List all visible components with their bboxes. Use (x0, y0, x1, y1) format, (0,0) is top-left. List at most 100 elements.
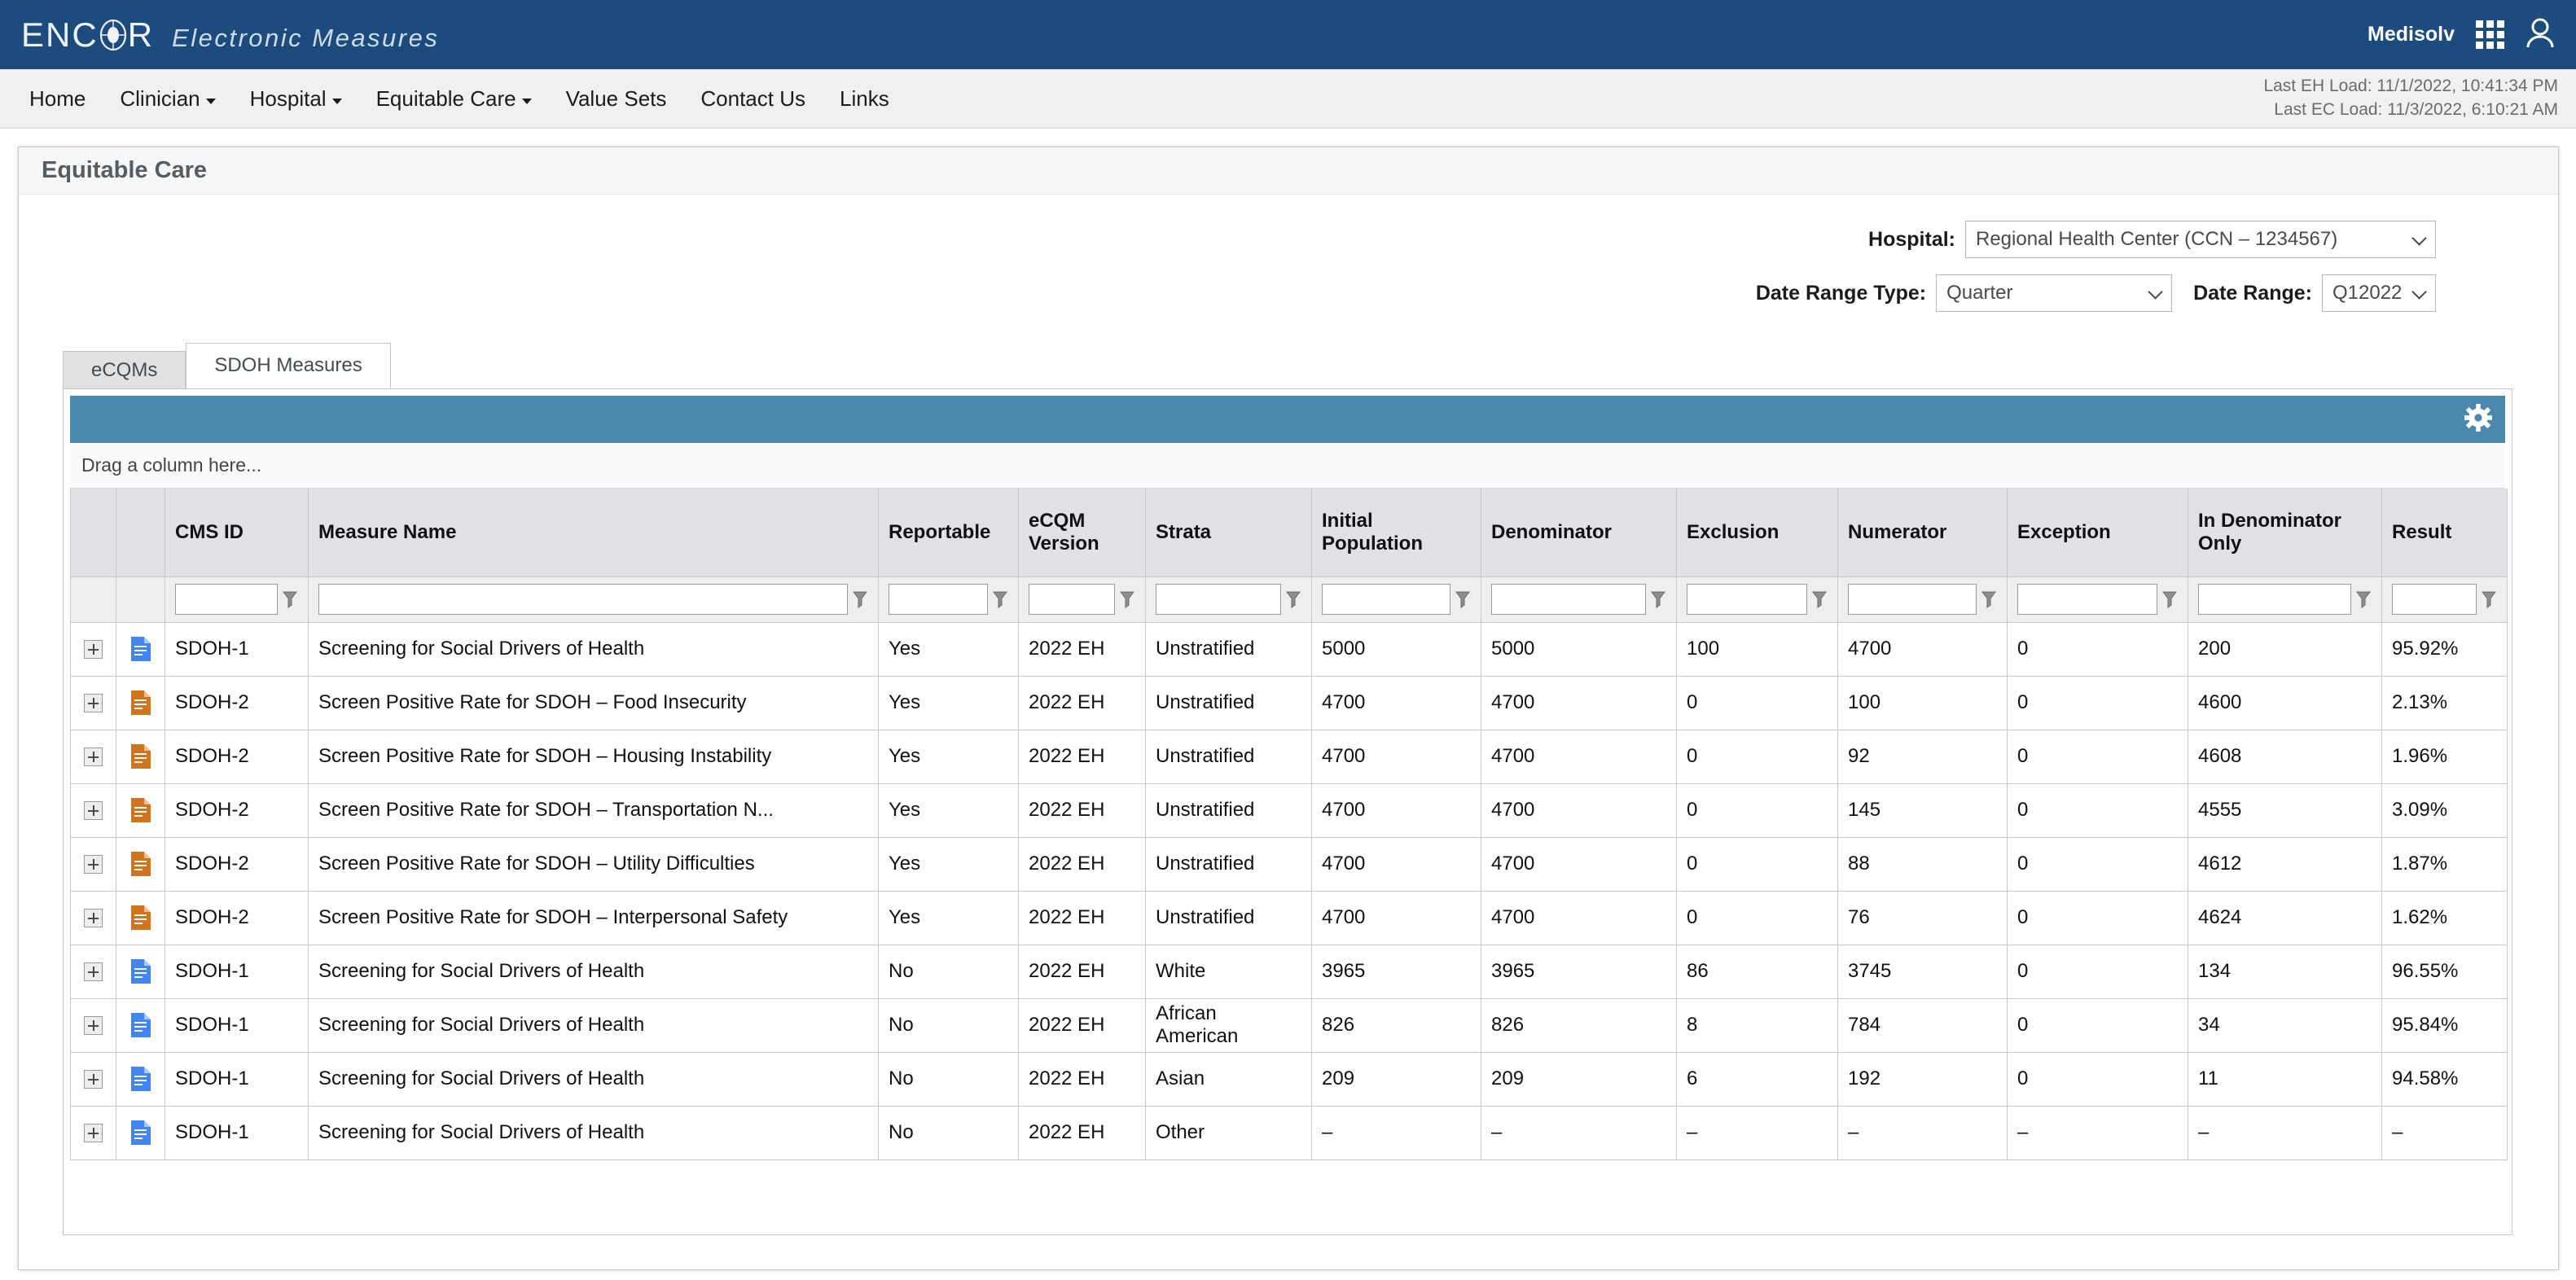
measure-document-icon[interactable] (130, 797, 151, 823)
filter-input-initial-population[interactable] (1322, 584, 1450, 615)
cell-in-denominator-only: 4608 (2188, 729, 2382, 784)
measure-document-icon[interactable] (130, 851, 151, 877)
filter-input-exception[interactable] (2017, 584, 2157, 615)
col-cms-id[interactable]: CMS ID (165, 489, 309, 577)
expand-row-icon[interactable] (84, 909, 103, 928)
filter-cell-cms-id (165, 576, 309, 623)
col-measure-name[interactable]: Measure Name (308, 489, 879, 577)
expand-row-icon[interactable] (84, 801, 103, 821)
table-row[interactable]: SDOH-1 Screening for Social Drivers of He… (70, 621, 2508, 677)
filter-cell-result (2381, 576, 2508, 623)
measure-document-icon[interactable] (130, 743, 151, 769)
cell-numerator: 192 (1837, 1051, 2008, 1107)
cell-denominator: – (1481, 1105, 1677, 1160)
col-denominator[interactable]: Denominator (1481, 489, 1677, 577)
measure-document-icon[interactable] (130, 636, 151, 662)
data-load-timestamps: Last EH Load: 11/1/2022, 10:41:34 PM Las… (2263, 75, 2558, 122)
filter-input-exclusion[interactable] (1687, 584, 1807, 615)
filter-funnel-icon[interactable] (2161, 590, 2178, 609)
filter-input-result[interactable] (2392, 584, 2477, 615)
table-row[interactable]: SDOH-1 Screening for Social Drivers of He… (70, 944, 2508, 999)
filter-input-ecqm-version[interactable] (1029, 584, 1115, 615)
col-initial-population[interactable]: Initial Population (1311, 489, 1481, 577)
tab-ecqms[interactable]: eCQMs (63, 351, 187, 388)
table-row[interactable]: SDOH-1 Screening for Social Drivers of He… (70, 1051, 2508, 1107)
filter-input-strata[interactable] (1156, 584, 1281, 615)
measure-document-icon[interactable] (130, 1066, 151, 1092)
table-row[interactable]: SDOH-2 Screen Positive Rate for SDOH – Ho… (70, 729, 2508, 784)
col-numerator[interactable]: Numerator (1837, 489, 2008, 577)
cell-initial-population: – (1311, 1105, 1481, 1160)
expand-row-icon[interactable] (84, 1124, 103, 1143)
table-row[interactable]: SDOH-2 Screen Positive Rate for SDOH – Tr… (70, 782, 2508, 838)
date-range-type-select[interactable]: Quarter (1936, 274, 2173, 312)
filter-input-measure-name[interactable] (318, 584, 848, 615)
group-by-drop-panel[interactable]: Drag a column here... (70, 443, 2505, 489)
nav-item-clinician[interactable]: Clinician (120, 86, 216, 112)
col-exception[interactable]: Exception (2007, 489, 2188, 577)
measure-document-icon[interactable] (130, 690, 151, 716)
tab-sdoh-measures[interactable]: SDOH Measures (186, 343, 391, 388)
filter-funnel-icon[interactable] (992, 590, 1008, 609)
nav-item-equitable-care[interactable]: Equitable Care (376, 86, 532, 112)
cell-in-denominator-only: – (2188, 1105, 2382, 1160)
nav-item-hospital[interactable]: Hospital (250, 86, 342, 112)
filter-funnel-icon[interactable] (1455, 590, 1471, 609)
expand-row-icon[interactable] (84, 640, 103, 660)
filter-input-in-denominator-only[interactable] (2198, 584, 2351, 615)
col-ecqm-version[interactable]: eCQM Version (1018, 489, 1146, 577)
row-expand-cell (70, 1051, 116, 1107)
measure-document-icon[interactable] (130, 905, 151, 931)
nav-item-contact-us[interactable]: Contact Us (700, 86, 805, 112)
filter-input-numerator[interactable] (1848, 584, 1977, 615)
cell-strata: Unstratified (1145, 890, 1312, 945)
filter-input-cms-id[interactable] (175, 584, 278, 615)
expand-row-icon[interactable] (84, 1070, 103, 1089)
col-in-denominator-only[interactable]: In Denominator Only (2188, 489, 2382, 577)
col-exclusion[interactable]: Exclusion (1676, 489, 1838, 577)
hospital-select[interactable]: Regional Health Center (CCN – 1234567) (1965, 221, 2436, 258)
user-account-icon[interactable] (2526, 17, 2555, 52)
table-row[interactable]: SDOH-2 Screen Positive Rate for SDOH – In… (70, 890, 2508, 945)
filter-funnel-icon[interactable] (1650, 590, 1666, 609)
filter-funnel-icon[interactable] (282, 590, 298, 609)
table-row[interactable]: SDOH-2 Screen Positive Rate for SDOH – Ut… (70, 836, 2508, 892)
nav-item-home[interactable]: Home (29, 86, 86, 112)
row-document-cell (116, 1051, 165, 1107)
measure-document-icon[interactable] (130, 1012, 151, 1038)
col-result[interactable]: Result (2381, 489, 2508, 577)
filter-funnel-icon[interactable] (2481, 590, 2497, 609)
date-range-select[interactable]: Q12022 (2322, 274, 2436, 312)
apps-grid-icon[interactable] (2476, 20, 2504, 49)
filter-funnel-icon[interactable] (1285, 590, 1301, 609)
table-row[interactable]: SDOH-1 Screening for Social Drivers of He… (70, 997, 2508, 1053)
measure-document-icon[interactable] (130, 958, 151, 984)
table-row[interactable]: SDOH-1 Screening for Social Drivers of He… (70, 1105, 2508, 1160)
nav-item-value-sets[interactable]: Value Sets (566, 86, 667, 112)
row-document-cell (116, 782, 165, 838)
col-strata[interactable]: Strata (1145, 489, 1312, 577)
expand-row-icon[interactable] (84, 694, 103, 713)
expand-row-icon[interactable] (84, 1016, 103, 1036)
expand-row-icon[interactable] (84, 855, 103, 875)
filter-cell-initial-population (1311, 576, 1481, 623)
measure-document-icon[interactable] (130, 1120, 151, 1146)
nav-item-links[interactable]: Links (840, 86, 889, 112)
cell-reportable: Yes (878, 890, 1019, 945)
expand-row-icon[interactable] (84, 747, 103, 767)
filter-input-reportable[interactable] (889, 584, 988, 615)
filter-input-denominator[interactable] (1491, 584, 1646, 615)
filter-funnel-icon[interactable] (1119, 590, 1135, 609)
app-logo[interactable]: ENC R Electronic Measures (21, 15, 439, 55)
filter-funnel-icon[interactable] (1811, 590, 1828, 609)
cell-result: 96.55% (2381, 944, 2508, 999)
col-reportable[interactable]: Reportable (878, 489, 1019, 577)
cell-result: 1.62% (2381, 890, 2508, 945)
gear-icon[interactable] (2464, 403, 2492, 436)
filter-funnel-icon[interactable] (852, 590, 868, 609)
table-row[interactable]: SDOH-2 Screen Positive Rate for SDOH – Fo… (70, 675, 2508, 730)
filter-funnel-icon[interactable] (1981, 590, 1997, 609)
filter-funnel-icon[interactable] (2355, 590, 2372, 609)
expand-row-icon[interactable] (84, 962, 103, 982)
cell-denominator: 209 (1481, 1051, 1677, 1107)
